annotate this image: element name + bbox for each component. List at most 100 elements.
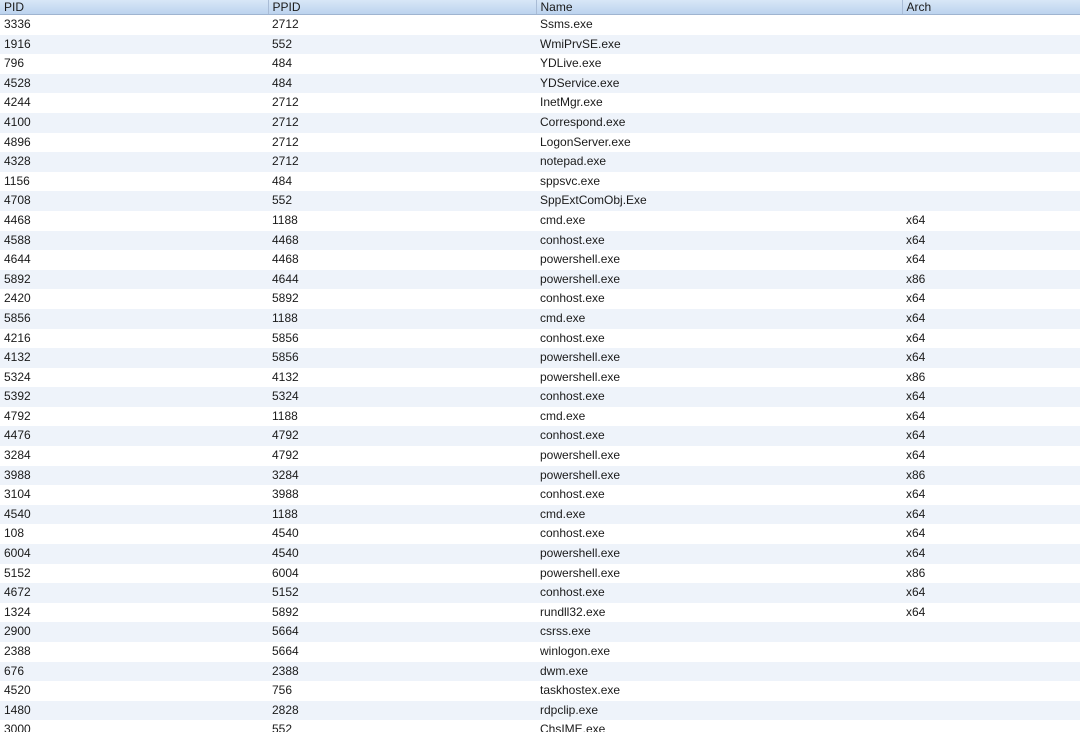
pid-cell: 5856 bbox=[0, 308, 268, 329]
pid-cell: 4708 bbox=[0, 191, 268, 211]
table-row[interactable]: 4672 5152 conhost.exe x64 bbox=[0, 583, 1080, 603]
arch-cell: x64 bbox=[902, 387, 1080, 407]
table-row[interactable]: 2420 5892 conhost.exe x64 bbox=[0, 289, 1080, 309]
table-row[interactable]: 5152 6004 powershell.exe x86 bbox=[0, 563, 1080, 584]
table-row[interactable]: 4216 5856 conhost.exe x64 bbox=[0, 328, 1080, 349]
table-row[interactable]: 4244 2712 InetMgr.exe bbox=[0, 93, 1080, 113]
pid-cell: 2388 bbox=[0, 642, 268, 662]
column-header-arch[interactable]: Arch bbox=[902, 0, 1080, 15]
ppid-cell: 2712 bbox=[268, 112, 536, 133]
name-cell: conhost.exe bbox=[536, 524, 902, 545]
table-row[interactable]: 4528 484 YDService.exe bbox=[0, 73, 1080, 94]
pid-cell: 2420 bbox=[0, 289, 268, 309]
table-row[interactable]: 4644 4468 powershell.exe x64 bbox=[0, 250, 1080, 270]
pid-cell: 3000 bbox=[0, 720, 268, 732]
arch-cell bbox=[902, 720, 1080, 732]
arch-cell bbox=[902, 73, 1080, 94]
pid-cell: 4244 bbox=[0, 93, 268, 113]
name-cell: WmiPrvSE.exe bbox=[536, 34, 902, 55]
table-row[interactable]: 1324 5892 rundll32.exe x64 bbox=[0, 602, 1080, 623]
arch-cell: x64 bbox=[902, 348, 1080, 368]
column-header-pid[interactable]: PID bbox=[0, 0, 269, 15]
name-cell: sppsvc.exe bbox=[536, 171, 902, 192]
name-cell: powershell.exe bbox=[536, 446, 902, 466]
table-row[interactable]: 6004 4540 powershell.exe x64 bbox=[0, 544, 1080, 564]
pid-cell: 3336 bbox=[0, 14, 268, 35]
table-row[interactable]: 1480 2828 rdpclip.exe bbox=[0, 700, 1080, 721]
name-cell: powershell.exe bbox=[536, 465, 902, 486]
process-list: PID PPID Name Arch 3336 2712 Ssms.exe 1916 5… bbox=[0, 0, 1080, 732]
name-cell: powershell.exe bbox=[536, 250, 902, 270]
pid-cell: 4528 bbox=[0, 73, 268, 94]
pid-cell: 4588 bbox=[0, 230, 268, 251]
arch-cell: x64 bbox=[902, 446, 1080, 466]
pid-cell: 5392 bbox=[0, 387, 268, 407]
arch-cell bbox=[902, 152, 1080, 172]
ppid-cell: 2712 bbox=[268, 152, 536, 172]
pid-cell: 1156 bbox=[0, 171, 268, 192]
table-row[interactable]: 3104 3988 conhost.exe x64 bbox=[0, 485, 1080, 505]
pid-cell: 676 bbox=[0, 661, 268, 682]
ppid-cell: 5856 bbox=[268, 348, 536, 368]
table-row[interactable]: 4132 5856 powershell.exe x64 bbox=[0, 348, 1080, 368]
ppid-cell: 4468 bbox=[268, 230, 536, 251]
ppid-cell: 6004 bbox=[268, 563, 536, 584]
table-row[interactable]: 4588 4468 conhost.exe x64 bbox=[0, 230, 1080, 251]
arch-cell bbox=[902, 132, 1080, 153]
ppid-cell: 4132 bbox=[268, 367, 536, 388]
name-cell: rundll32.exe bbox=[536, 602, 902, 623]
table-row[interactable]: 4520 756 taskhostex.exe bbox=[0, 681, 1080, 701]
table-row[interactable]: 4476 4792 conhost.exe x64 bbox=[0, 426, 1080, 447]
ppid-cell: 1188 bbox=[268, 406, 536, 427]
table-row[interactable]: 4708 552 SppExtComObj.Exe bbox=[0, 191, 1080, 211]
ppid-cell: 5664 bbox=[268, 622, 536, 642]
arch-cell bbox=[902, 622, 1080, 642]
table-row[interactable]: 5392 5324 conhost.exe x64 bbox=[0, 387, 1080, 407]
table-row[interactable]: 1916 552 WmiPrvSE.exe bbox=[0, 34, 1080, 55]
arch-cell: x64 bbox=[902, 250, 1080, 270]
ppid-cell: 484 bbox=[268, 171, 536, 192]
pid-cell: 4100 bbox=[0, 112, 268, 133]
column-header-name[interactable]: Name bbox=[536, 0, 903, 15]
ppid-cell: 4540 bbox=[268, 544, 536, 564]
table-row[interactable]: 676 2388 dwm.exe bbox=[0, 661, 1080, 682]
table-row[interactable]: 4792 1188 cmd.exe x64 bbox=[0, 406, 1080, 427]
pid-cell: 6004 bbox=[0, 544, 268, 564]
name-cell: YDService.exe bbox=[536, 73, 902, 94]
table-row[interactable]: 5856 1188 cmd.exe x64 bbox=[0, 308, 1080, 329]
name-cell: conhost.exe bbox=[536, 485, 902, 505]
table-row[interactable]: 4328 2712 notepad.exe bbox=[0, 152, 1080, 172]
pid-cell: 108 bbox=[0, 524, 268, 545]
table-row[interactable]: 3284 4792 powershell.exe x64 bbox=[0, 446, 1080, 466]
table-row[interactable]: 4896 2712 LogonServer.exe bbox=[0, 132, 1080, 153]
table-row[interactable]: 3336 2712 Ssms.exe bbox=[0, 14, 1080, 35]
name-cell: csrss.exe bbox=[536, 622, 902, 642]
table-row[interactable]: 5892 4644 powershell.exe x86 bbox=[0, 269, 1080, 290]
arch-cell: x64 bbox=[902, 328, 1080, 349]
table-row[interactable]: 5324 4132 powershell.exe x86 bbox=[0, 367, 1080, 388]
arch-cell: x64 bbox=[902, 583, 1080, 603]
table-row[interactable]: 796 484 YDLive.exe bbox=[0, 54, 1080, 74]
table-row[interactable]: 3000 552 ChsIME.exe bbox=[0, 720, 1080, 732]
pid-cell: 4672 bbox=[0, 583, 268, 603]
table-row[interactable]: 4468 1188 cmd.exe x64 bbox=[0, 210, 1080, 231]
pid-cell: 1916 bbox=[0, 34, 268, 55]
table-row[interactable]: 2388 5664 winlogon.exe bbox=[0, 642, 1080, 662]
arch-cell: x64 bbox=[902, 308, 1080, 329]
table-row[interactable]: 4540 1188 cmd.exe x64 bbox=[0, 504, 1080, 525]
table-row[interactable]: 1156 484 sppsvc.exe bbox=[0, 171, 1080, 192]
table-row[interactable]: 3988 3284 powershell.exe x86 bbox=[0, 465, 1080, 486]
name-cell: YDLive.exe bbox=[536, 54, 902, 74]
arch-cell: x86 bbox=[902, 269, 1080, 290]
table-row[interactable]: 4100 2712 Correspond.exe bbox=[0, 112, 1080, 133]
pid-cell: 3988 bbox=[0, 465, 268, 486]
name-cell: powershell.exe bbox=[536, 269, 902, 290]
arch-cell bbox=[902, 14, 1080, 35]
name-cell: conhost.exe bbox=[536, 426, 902, 447]
ppid-cell: 5664 bbox=[268, 642, 536, 662]
column-header-ppid[interactable]: PPID bbox=[268, 0, 537, 15]
table-row[interactable]: 108 4540 conhost.exe x64 bbox=[0, 524, 1080, 545]
table-row[interactable]: 2900 5664 csrss.exe bbox=[0, 622, 1080, 642]
ppid-cell: 2712 bbox=[268, 14, 536, 35]
arch-cell: x64 bbox=[902, 602, 1080, 623]
